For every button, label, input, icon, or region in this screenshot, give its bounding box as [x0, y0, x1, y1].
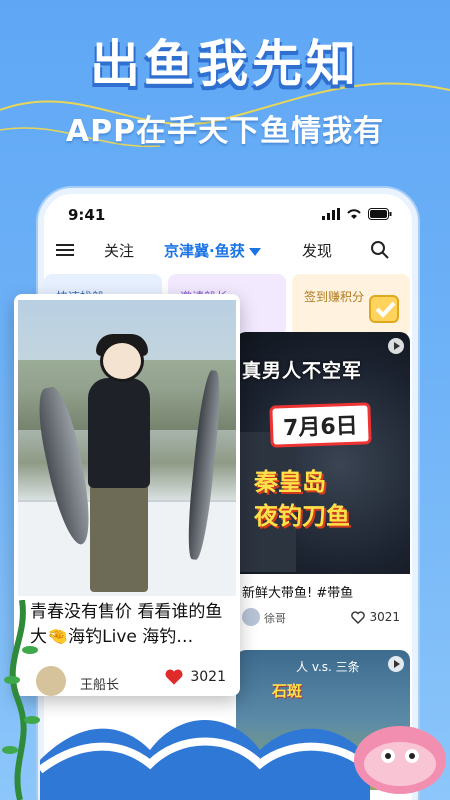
heart-outline-icon [351, 610, 366, 624]
overlay-text: 石斑 [272, 682, 303, 700]
hero-title: 出鱼我先知 [90, 35, 360, 93]
angler-body [88, 378, 150, 488]
like-count[interactable]: 3021 [164, 668, 226, 686]
poster-headline: 真男人不空军 [242, 360, 363, 382]
chevron-down-icon [248, 247, 261, 256]
video-poster: 真男人不空军 7月6日 秦皇岛 夜钓刀鱼 [236, 332, 410, 574]
hero-subtitle: APP在手天下鱼情我有 [65, 114, 385, 149]
shortcut-checkin-points[interactable]: 签到赚积分 [292, 274, 410, 336]
shortcut-label: 签到赚积分 [304, 290, 365, 304]
tab-follow[interactable]: 关注 [104, 240, 134, 261]
feed-card-title: 新鲜大带鱼! #带鱼 [242, 586, 354, 601]
like-count-value: 3021 [190, 669, 226, 685]
cartoon-face-sticker [100, 340, 144, 382]
feed-card-right[interactable]: 真男人不空军 7月6日 秦皇岛 夜钓刀鱼 新鲜大带鱼! #带鱼 徐哥 3021 [236, 332, 410, 640]
like-count-value: 3021 [369, 610, 400, 624]
status-bar: 9:41 [44, 194, 412, 234]
post-photo [18, 300, 236, 596]
status-icons [322, 208, 392, 220]
avatar [242, 608, 260, 626]
wifi-icon [347, 209, 361, 219]
calendar-check-icon [369, 295, 399, 323]
play-icon [388, 338, 404, 354]
search-icon[interactable] [370, 240, 390, 260]
play-icon [388, 656, 404, 672]
top-nav: 关注 京津冀·鱼获 发现 [44, 234, 412, 268]
like-count[interactable]: 3021 [351, 610, 400, 624]
angler-pants [90, 484, 148, 592]
battery-icon [368, 208, 392, 220]
tab-region-label: 京津冀·鱼获 [164, 242, 245, 260]
poster-place: 秦皇岛 [254, 468, 326, 496]
poster-date: 7月6日 [269, 402, 372, 448]
tab-discover[interactable]: 发现 [302, 240, 332, 261]
wave-decoration [40, 720, 370, 800]
status-time: 9:41 [68, 206, 106, 224]
signal-icon [322, 208, 340, 220]
overlay-small-text: 人 v.s. 三条 [296, 660, 360, 674]
feed-card-author: 徐哥 [264, 612, 286, 625]
clam-mascot-decoration [354, 726, 446, 794]
poster-event: 夜钓刀鱼 [254, 502, 350, 530]
tab-region-catch[interactable]: 京津冀·鱼获 [164, 240, 261, 261]
post-title: 青春没有售价 看看谁的鱼大🤏海钓Live 海钓… [30, 602, 223, 647]
post-author: 王船长 [80, 678, 120, 693]
heart-filled-icon [165, 669, 183, 685]
menu-icon[interactable] [56, 242, 74, 258]
